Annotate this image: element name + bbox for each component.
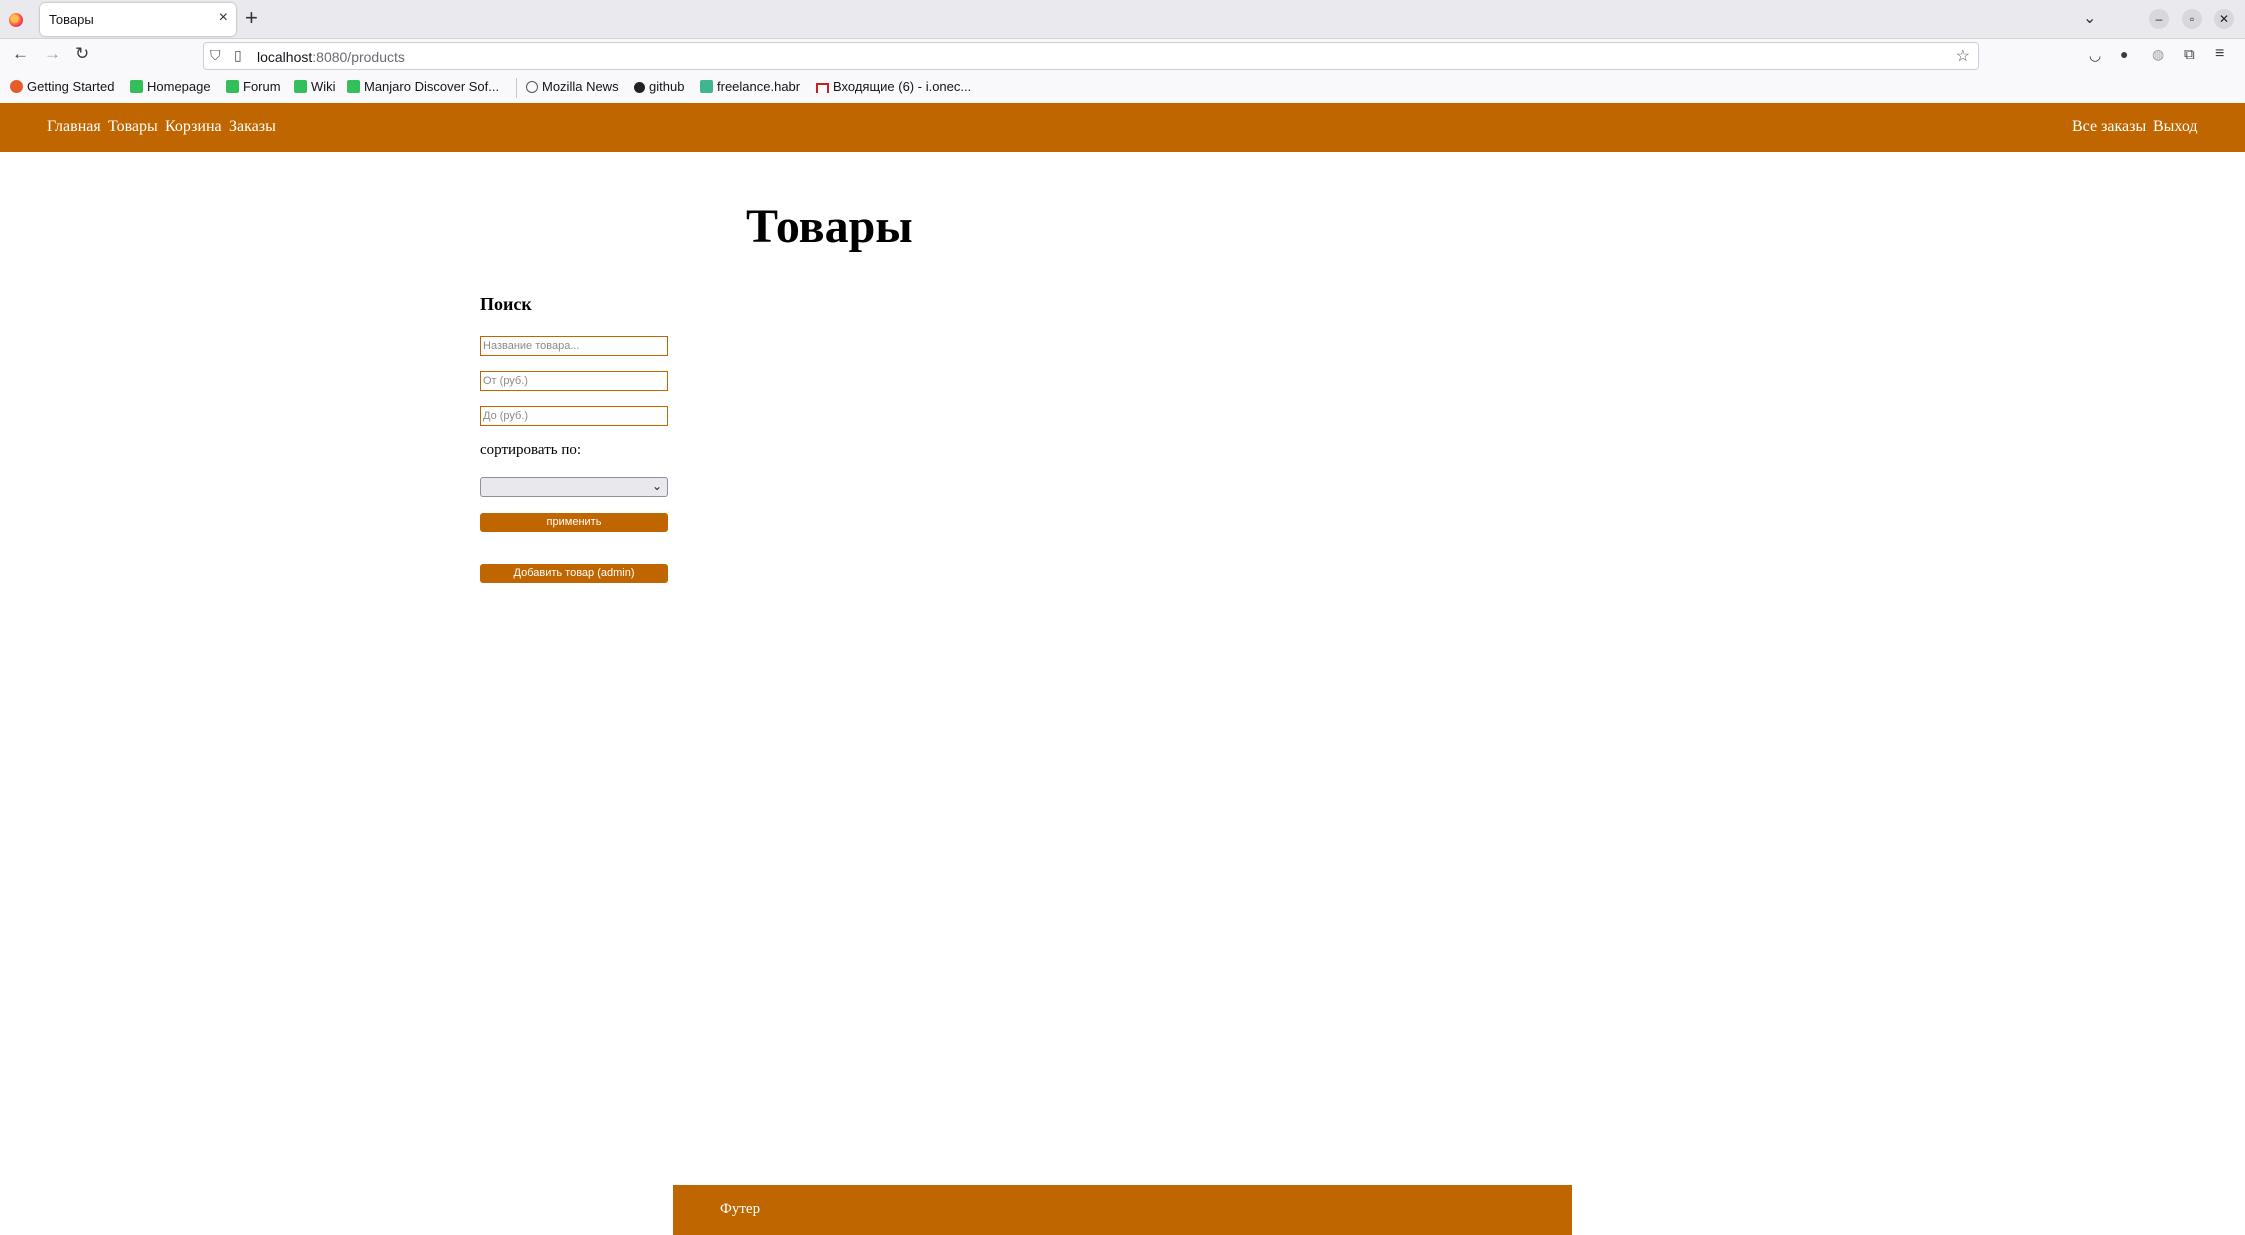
- forward-icon[interactable]: →: [44, 44, 61, 64]
- site-footer: Футер: [673, 1185, 1572, 1235]
- bookmark-mozilla-news[interactable]: Mozilla News: [526, 79, 619, 94]
- firefox-icon: [10, 80, 23, 93]
- page-icon[interactable]: ▯: [234, 47, 242, 64]
- bookmark-freelance-habr[interactable]: freelance.habr: [700, 79, 800, 94]
- page-title: Товары: [746, 200, 913, 253]
- extensions-icon[interactable]: ⧉: [2184, 46, 2195, 63]
- bookmark-github[interactable]: github: [634, 79, 684, 94]
- price-to-input[interactable]: [480, 406, 668, 426]
- gmail-icon: [816, 83, 829, 93]
- new-tab-button[interactable]: +: [245, 5, 258, 31]
- bookmark-forum[interactable]: Forum: [226, 79, 281, 94]
- pocket-icon[interactable]: ◡: [2089, 47, 2101, 64]
- url-host: localhost: [257, 49, 313, 65]
- bookmark-wiki[interactable]: Wiki: [294, 79, 336, 94]
- bookmark-homepage[interactable]: Homepage: [130, 79, 211, 94]
- footer-text: Футер: [720, 1201, 761, 1217]
- chevron-down-icon: ⌄: [651, 479, 662, 493]
- manjaro-icon: [294, 80, 307, 93]
- sort-label: сортировать по:: [480, 442, 582, 458]
- habr-icon: [700, 80, 713, 93]
- nav-link-home[interactable]: Главная: [47, 118, 101, 136]
- nav-link-orders[interactable]: Заказы: [229, 118, 276, 136]
- bookmark-label: Mozilla News: [542, 79, 619, 94]
- product-name-input[interactable]: [480, 336, 668, 356]
- extension-globe-icon[interactable]: ◍: [2152, 46, 2164, 63]
- bookmark-manjaro-discover[interactable]: Manjaro Discover Sof...: [347, 79, 499, 94]
- tab-title: Товары: [49, 12, 94, 27]
- sort-select[interactable]: ⌄: [480, 477, 668, 497]
- bookmark-label: Wiki: [311, 79, 336, 94]
- url-bar[interactable]: ⛉ ▯ localhost:8080/products ☆: [203, 42, 1979, 70]
- reload-icon[interactable]: ↻: [75, 44, 89, 64]
- bookmark-label: Homepage: [147, 79, 211, 94]
- nav-link-cart[interactable]: Корзина: [165, 118, 222, 136]
- tab-list-chevron-icon[interactable]: ⌄: [2083, 8, 2096, 28]
- firefox-icon: [9, 13, 23, 27]
- account-icon[interactable]: ●: [2120, 46, 2128, 62]
- bookmark-label: Входящие (6) - i.onec...: [833, 79, 972, 94]
- globe-icon: [526, 81, 538, 93]
- nav-link-logout[interactable]: Выход: [2153, 118, 2198, 136]
- tab-close-icon[interactable]: ×: [219, 9, 228, 27]
- manjaro-icon: [130, 80, 143, 93]
- minimize-icon[interactable]: –: [2149, 9, 2169, 29]
- browser-tab-bar: Товары × + ⌄ – ▫ ✕: [0, 0, 2245, 39]
- bookmark-star-icon[interactable]: ☆: [1956, 46, 1970, 66]
- nav-link-products[interactable]: Товары: [108, 118, 158, 136]
- back-icon[interactable]: ←: [12, 44, 29, 64]
- bookmarks-separator: [516, 78, 517, 98]
- bookmark-label: freelance.habr: [717, 79, 801, 94]
- browser-nav-bar: ← → ↻ ⛉ ▯ localhost:8080/products ☆ ◡ ● …: [0, 39, 2245, 73]
- github-icon: [634, 82, 645, 93]
- bookmark-label: Manjaro Discover Sof...: [364, 79, 500, 94]
- search-title: Поиск: [480, 294, 532, 314]
- bookmark-label: github: [649, 79, 685, 94]
- bookmarks-toolbar: Getting Started Homepage Forum Wiki Manj…: [0, 73, 2245, 104]
- url-path: :8080/products: [312, 49, 405, 65]
- bookmark-inbox[interactable]: Входящие (6) - i.onec...: [816, 79, 971, 94]
- bookmark-label: Forum: [243, 79, 281, 94]
- add-product-button[interactable]: Добавить товар (admin): [480, 564, 668, 583]
- bookmark-getting-started[interactable]: Getting Started: [10, 79, 114, 94]
- price-from-input[interactable]: [480, 371, 668, 391]
- manjaro-icon: [226, 80, 239, 93]
- nav-link-all-orders[interactable]: Все заказы: [2072, 118, 2146, 136]
- shield-icon[interactable]: ⛉: [210, 47, 221, 64]
- apply-button[interactable]: применить: [480, 513, 668, 532]
- url-text: localhost:8080/products: [257, 49, 405, 65]
- menu-icon[interactable]: ≡: [2215, 45, 2224, 63]
- bookmark-label: Getting Started: [27, 79, 115, 94]
- maximize-icon[interactable]: ▫: [2182, 9, 2202, 29]
- manjaro-icon: [347, 80, 360, 93]
- site-header: Главная Товары Корзина Заказы Все заказы…: [0, 103, 2245, 152]
- close-window-icon[interactable]: ✕: [2214, 9, 2234, 29]
- browser-tab[interactable]: Товары ×: [40, 3, 236, 36]
